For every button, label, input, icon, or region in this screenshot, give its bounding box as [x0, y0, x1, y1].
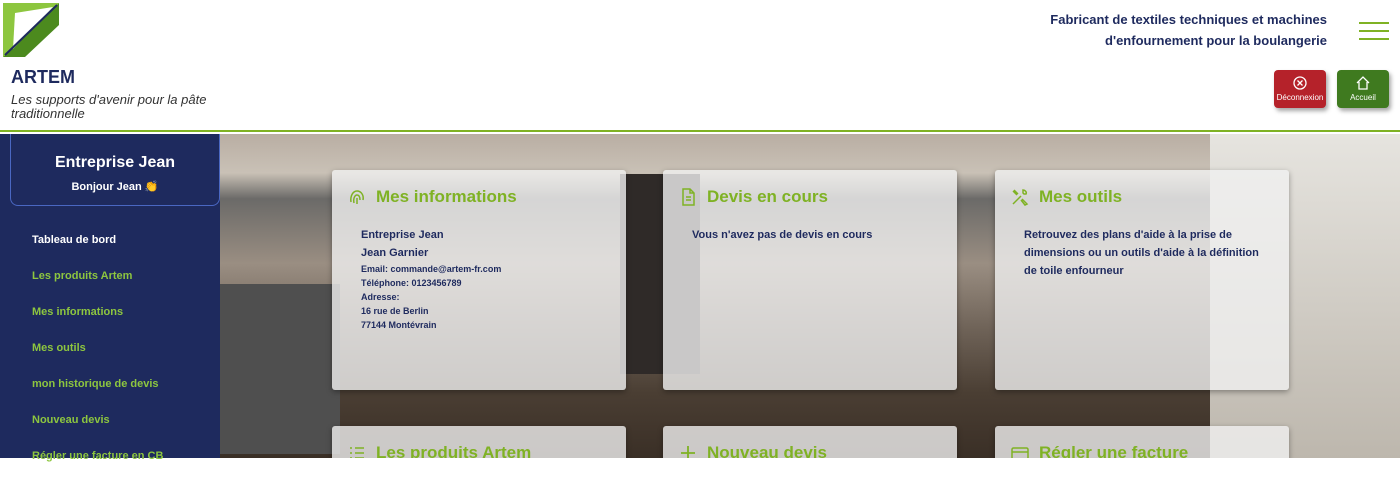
card-my-info-title: Mes informations: [376, 187, 517, 206]
card-current-quotes-text: Vous n'avez pas de devis en cours: [692, 229, 873, 241]
card-products-title: Les produits Artem: [376, 443, 532, 458]
card-new-quote-title: Nouveau devis: [707, 443, 827, 458]
tools-icon: [1012, 189, 1029, 206]
home-icon: [1356, 76, 1370, 90]
brand-tagline: Les supports d'avenir pour la pâte tradi…: [11, 92, 207, 121]
company-box: Entreprise Jean Bonjour Jean 👏: [10, 134, 220, 206]
sidebar: Entreprise Jean Bonjour Jean 👏 Tableau d…: [0, 134, 220, 462]
logout-button[interactable]: Déconnexion: [1274, 70, 1326, 108]
sidebar-item-quote-history[interactable]: mon historique de devis: [32, 378, 163, 414]
info-address-label: Adresse:: [361, 292, 400, 302]
sidebar-nav: Tableau de bord Les produits Artem Mes i…: [32, 234, 163, 486]
card-current-quotes[interactable]: Devis en cours Vous n'avez pas de devis …: [663, 170, 957, 390]
info-street: 16 rue de Berlin: [361, 306, 429, 316]
hamburger-menu-icon[interactable]: [1359, 22, 1389, 42]
card-my-info-body: Entreprise Jean Jean Garnier Email: comm…: [361, 226, 501, 332]
sidebar-item-products[interactable]: Les produits Artem: [32, 270, 163, 306]
card-current-quotes-title: Devis en cours: [707, 187, 828, 206]
headline-line-1: Fabricant de textiles techniques et mach…: [1050, 12, 1327, 27]
home-label: Accueil: [1350, 93, 1376, 102]
info-person: Jean Garnier: [361, 247, 429, 259]
card-pay-invoice-title: Régler une facture: [1039, 443, 1189, 458]
info-company: Entreprise Jean: [361, 229, 444, 241]
sidebar-item-my-info[interactable]: Mes informations: [32, 306, 163, 342]
sidebar-item-dashboard[interactable]: Tableau de bord: [32, 234, 163, 270]
document-icon: [682, 188, 695, 206]
info-phone: Téléphone: 0123456789: [361, 278, 462, 288]
header-headline: Fabricant de textiles techniques et mach…: [1007, 9, 1327, 51]
site-header: ARTEM Les supports d'avenir pour la pâte…: [0, 0, 1400, 132]
fingerprint-icon: [350, 190, 364, 204]
info-city: 77144 Montévrain: [361, 320, 437, 330]
tools-line-3: de toile enfourneur: [1024, 265, 1124, 277]
sidebar-item-my-tools[interactable]: Mes outils: [32, 342, 163, 378]
sidebar-item-pay-invoice[interactable]: Régler une facture en CB: [32, 450, 163, 486]
brand-name: ARTEM: [11, 67, 75, 87]
credit-card-icon: [1011, 447, 1029, 458]
card-new-quote[interactable]: Nouveau devis: [663, 426, 957, 458]
card-products[interactable]: Les produits Artem: [332, 426, 626, 458]
tools-line-2: dimensions ou un outils d'aide à la défi…: [1024, 247, 1259, 259]
card-my-tools-title: Mes outils: [1039, 187, 1123, 206]
greeting: Bonjour Jean 👏: [71, 181, 159, 193]
card-my-tools-body: Retrouvez des plans d'aide à la prise de…: [1024, 226, 1259, 280]
card-my-tools[interactable]: Mes outils Retrouvez des plans d'aide à …: [995, 170, 1289, 390]
artem-logo[interactable]: [3, 3, 59, 57]
logout-label: Déconnexion: [1276, 93, 1324, 102]
list-icon: [350, 447, 364, 458]
plus-icon: [681, 446, 695, 458]
card-my-info[interactable]: Mes informations Entreprise Jean Jean Ga…: [332, 170, 626, 390]
home-button[interactable]: Accueil: [1337, 70, 1389, 108]
sidebar-item-new-quote[interactable]: Nouveau devis: [32, 414, 163, 450]
close-circle-icon: [1293, 76, 1307, 90]
tools-line-1: Retrouvez des plans d'aide à la prise de: [1024, 229, 1233, 241]
info-email: Email: commande@artem-fr.com: [361, 264, 502, 274]
headline-line-2: d'enfournement pour la boulangerie: [1105, 33, 1327, 48]
card-pay-invoice[interactable]: Régler une facture: [995, 426, 1289, 458]
company-name: Entreprise Jean: [54, 154, 176, 171]
bakery-background-image: Mes informations Entreprise Jean Jean Ga…: [220, 134, 1400, 458]
